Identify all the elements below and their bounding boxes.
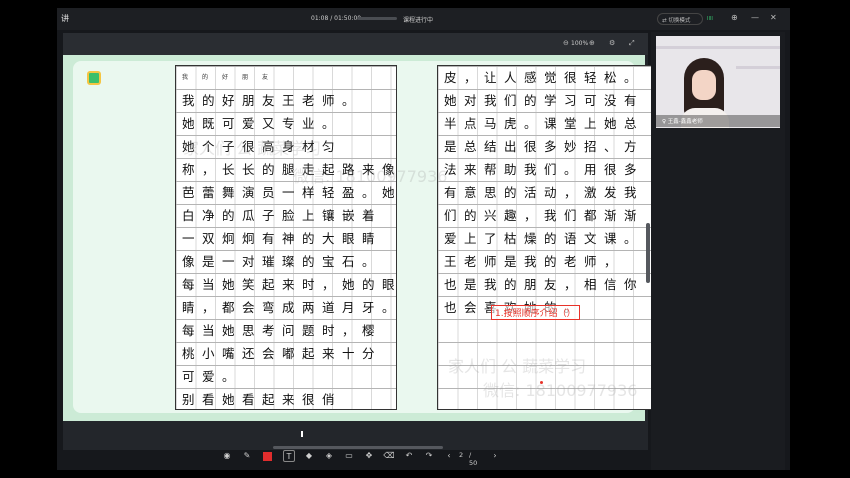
essay-line: 可爱。 xyxy=(182,369,243,384)
text-cursor xyxy=(301,431,303,437)
essay-line: 我的好朋友王老师。 xyxy=(182,93,363,108)
redo-icon[interactable]: ↷ xyxy=(423,450,435,462)
lesson-logo xyxy=(87,71,101,85)
record-icon[interactable]: ◉ xyxy=(221,450,233,462)
signal-indicator: IIII xyxy=(707,16,713,22)
delete-icon[interactable]: ⌫ xyxy=(383,450,395,462)
essay-lines-left: 我的好朋友 我的好朋友王老师。 她既可爱又专业。 她个子很高身材匀 称，长长的腿走起… xyxy=(182,66,394,411)
minimize-icon[interactable]: — xyxy=(751,13,759,22)
essay-lines-right: 皮，让人感觉很轻松。 她对我们的学习可没有 半点马虎。课堂上她总 是总结出很多妙招、方… xyxy=(444,66,656,319)
essay-line: 睛，都会弯成两道月牙。 xyxy=(182,300,394,315)
essay-line: 别看她看起来很俏 xyxy=(182,392,343,407)
essay-line: 我的好朋友 xyxy=(182,74,283,81)
essay-line: 半点马虎。课堂上她总 xyxy=(444,116,645,131)
essay-line: 也是我的朋友，相信你 xyxy=(444,277,645,292)
switch-mode-button[interactable]: ⇄ 切换模式 xyxy=(657,13,703,25)
essay-line: 每当她思考问题时，樱 xyxy=(182,323,383,338)
essay-line: 桃小嘴还会嘟起来十分 xyxy=(182,346,383,361)
essay-line: 白净的瓜子脸上镶嵌着 xyxy=(182,208,383,223)
watermark: 家人们 公 蔬菜学习 xyxy=(448,357,587,376)
essay-sheet-left: 我的好朋友 我的好朋友王老师。 她既可爱又专业。 她个子很高身材匀 称，长长的腿走起… xyxy=(175,65,397,410)
essay-line: 爱上了枯燥的语文课。 xyxy=(444,231,645,246)
class-timer: 01:08 / 01:50:00 xyxy=(311,15,362,22)
essay-line: 她对我们的学习可没有 xyxy=(444,93,645,108)
essay-line: 们的兴趣，我们都渐渐 xyxy=(444,208,645,223)
annotation-dot xyxy=(540,381,543,384)
vertical-scrollbar[interactable] xyxy=(646,223,650,283)
total-pages: / 50 xyxy=(469,451,478,467)
zoom-in-icon[interactable]: ⊕ xyxy=(589,39,595,47)
window-title: 讲 xyxy=(61,14,69,23)
essay-line: 王老师是我的老师， xyxy=(444,254,625,269)
lesson-page: 我的好朋友 我的好朋友王老师。 她既可爱又专业。 她个子很高身材匀 称，长长的腿走起… xyxy=(63,55,660,421)
next-page-icon[interactable]: › xyxy=(489,450,501,462)
settings-icon[interactable]: ⚙ xyxy=(609,39,615,47)
teacher-name: ♀ 王鑫-鑫鑫老师 xyxy=(656,115,780,127)
teacher-annotation: 1.按照顺序介绍（） xyxy=(491,305,580,320)
undo-icon[interactable]: ↶ xyxy=(403,450,415,462)
prev-page-icon[interactable]: ‹ xyxy=(443,450,455,462)
watermark: 微信: 18100977936 xyxy=(293,167,448,186)
class-status: 课程进行中 xyxy=(403,17,434,24)
close-icon[interactable]: ✕ xyxy=(770,13,777,22)
move-icon[interactable]: ✥ xyxy=(363,450,375,462)
eraser-icon[interactable]: ◈ xyxy=(323,450,335,462)
horizontal-scrollbar[interactable] xyxy=(273,446,443,449)
color-picker[interactable] xyxy=(263,452,272,461)
essay-line: 是总结出很多妙招、方 xyxy=(444,139,645,154)
zoom-icon[interactable]: ⊕ xyxy=(731,13,738,22)
zoom-out-icon[interactable]: ⊖ xyxy=(563,39,569,47)
board-icon[interactable]: ▭ xyxy=(343,450,355,462)
watermark: 家人们 公 蔬菜学习 xyxy=(183,139,322,158)
essay-line: 她既可爱又专业。 xyxy=(182,116,343,131)
video-panel: ♀ 王鑫-鑫鑫老师 xyxy=(651,32,785,470)
essay-line: 皮，让人感觉很轻松。 xyxy=(444,70,645,85)
shape-icon[interactable]: ◆ xyxy=(303,450,315,462)
watermark: 微信: 18100977936 xyxy=(483,381,638,400)
pen-icon[interactable]: ✎ xyxy=(241,450,253,462)
fullscreen-icon[interactable]: ⤢ xyxy=(629,39,635,48)
essay-line: 一双炯炯有神的大眼睛 xyxy=(182,231,383,246)
text-tool-icon[interactable]: T xyxy=(283,450,295,462)
zoom-level: 100% xyxy=(571,40,589,47)
current-page[interactable]: 2 xyxy=(459,451,463,459)
essay-line: 有意思的活动，激发我 xyxy=(444,185,645,200)
progress-bar xyxy=(357,17,397,20)
whiteboard-stage: ⊖ 100% ⊕ ⚙ ⤢ 我的好朋友 我的好朋友王老师。 她既可爱又专业。 她个子… xyxy=(63,33,660,450)
titlebar: 讲 01:08 / 01:50:00 课程进行中 ⇄ 切换模式 IIII ⊕ —… xyxy=(57,8,790,30)
essay-line: 每当她笑起来时，她的眼 xyxy=(182,277,394,292)
essay-line: 法来帮助我们。用很多 xyxy=(444,162,645,177)
essay-line: 像是一对璀璨的宝石。 xyxy=(182,254,383,269)
stage-header: ⊖ 100% ⊕ ⚙ ⤢ xyxy=(63,33,648,55)
